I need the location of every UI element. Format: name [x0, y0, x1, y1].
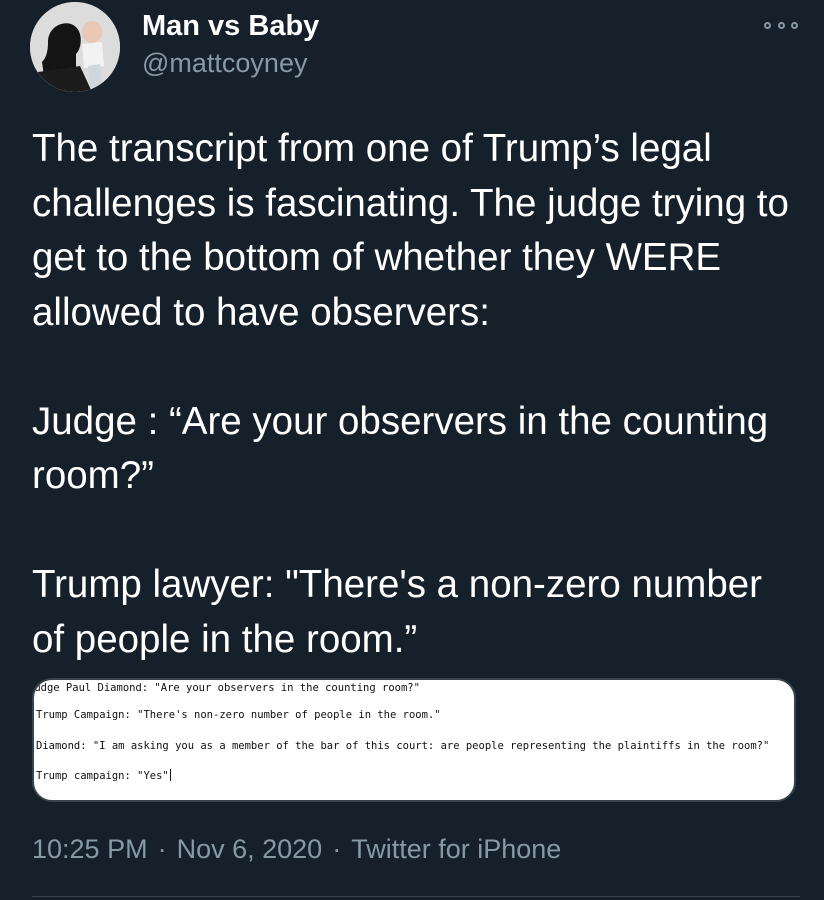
dot [791, 21, 798, 29]
tweet-text: The transcript from one of Trump’s legal… [32, 122, 802, 667]
dot [764, 21, 771, 29]
transcript-line: Trump campaign: "Yes" [36, 770, 169, 782]
tweet-date[interactable]: Nov 6, 2020 [177, 834, 323, 864]
meta-separator: · [157, 834, 167, 864]
avatar[interactable] [30, 2, 120, 92]
transcript-line: Diamond: "I am asking you as a member of… [36, 740, 770, 752]
tweet-paragraph: The transcript from one of Trump’s legal… [32, 127, 789, 334]
tweet-source[interactable]: Twitter for iPhone [351, 834, 561, 864]
transcript-line: Trump Campaign: "There's non-zero number… [36, 709, 441, 721]
tweet-paragraph: Trump lawyer: "There's a non-zero number… [32, 563, 762, 661]
user-handle[interactable]: @mattcoyney [142, 48, 307, 79]
tweet-paragraph: Judge : “Are your observers in the count… [32, 399, 769, 498]
text-cursor [169, 769, 171, 781]
display-name[interactable]: Man vs Baby [142, 10, 319, 43]
tweet-time[interactable]: 10:25 PM [32, 834, 148, 864]
meta-separator: · [332, 834, 342, 864]
transcript-image[interactable]: Judge Paul Diamond: "Are your observers … [32, 678, 796, 802]
tweet-meta: 10:25 PM · Nov 6, 2020 · Twitter for iPhone [32, 834, 561, 865]
avatar-image [30, 2, 120, 92]
more-options-icon[interactable] [764, 16, 798, 34]
divider [32, 896, 800, 897]
dot [777, 21, 785, 29]
transcript-line: Judge Paul Diamond: "Are your observers … [32, 682, 420, 694]
